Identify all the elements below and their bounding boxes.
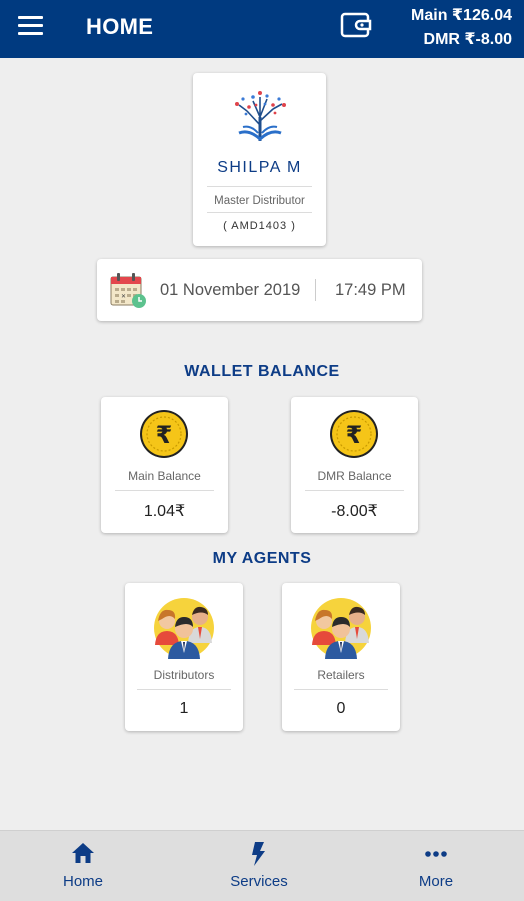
profile-id: ( AMD1403 ) (223, 220, 296, 232)
svg-text:₹: ₹ (156, 421, 173, 449)
retailers-card[interactable]: Retailers 0 (282, 583, 400, 731)
nav-home[interactable]: Home (23, 831, 143, 901)
profile-card: SHILPA M Master Distributor ( AMD1403 ) (193, 73, 326, 246)
dmr-balance-label: DMR Balance (317, 469, 392, 483)
current-date: 01 November 2019 (160, 281, 301, 299)
profile-name: SHILPA M (217, 159, 302, 176)
current-time: 17:49 PM (335, 281, 406, 299)
agents-group-icon (154, 598, 214, 659)
header-main-balance: Main ₹126.04 (411, 7, 512, 24)
svg-text:₹: ₹ (346, 421, 363, 449)
distributors-card[interactable]: Distributors 1 (125, 583, 243, 731)
hamburger-menu-icon[interactable] (18, 16, 43, 36)
retailers-count: 0 (336, 700, 346, 717)
home-icon (72, 843, 94, 863)
bottom-navigation: Home Services More (0, 830, 524, 901)
my-agents-heading: MY AGENTS (212, 550, 312, 567)
retailers-label: Retailers (317, 668, 365, 682)
lightning-icon (252, 842, 265, 866)
divider (207, 186, 312, 187)
profile-role: Master Distributor (214, 195, 305, 207)
divider (315, 279, 316, 301)
more-dots-icon (425, 851, 447, 857)
agents-group-icon (311, 598, 371, 659)
divider (305, 490, 404, 491)
main-balance-label: Main Balance (128, 469, 201, 483)
distributors-count: 1 (179, 700, 189, 717)
app-header: HOME Main ₹126.04 DMR ₹-8.00 (0, 0, 524, 58)
nav-home-label: Home (62, 873, 103, 890)
datetime-card: ✕ 01 November 2019 17:49 PM (97, 259, 422, 321)
tree-logo-icon (235, 91, 286, 142)
nav-services-label: Services (230, 873, 288, 890)
wallet-icon[interactable] (340, 10, 372, 40)
rupee-coin-icon: ₹ (330, 410, 378, 458)
nav-services[interactable]: Services (199, 831, 319, 901)
divider (137, 689, 231, 690)
dmr-balance-value: -8.00₹ (331, 503, 378, 520)
page-title: HOME (86, 14, 154, 39)
wallet-balance-heading: WALLET BALANCE (184, 363, 340, 380)
nav-more[interactable]: More (376, 831, 496, 901)
calendar-clock-icon: ✕ (110, 273, 146, 308)
divider (115, 490, 214, 491)
distributors-label: Distributors (153, 668, 215, 682)
divider (207, 212, 312, 213)
dmr-balance-card[interactable]: ₹ DMR Balance -8.00₹ (291, 397, 418, 533)
nav-more-label: More (418, 873, 454, 890)
svg-text:✕: ✕ (121, 293, 126, 300)
main-balance-value: 1.04₹ (143, 503, 186, 520)
main-balance-card[interactable]: ₹ Main Balance 1.04₹ (101, 397, 228, 533)
divider (294, 689, 388, 690)
header-dmr-balance: DMR ₹-8.00 (423, 31, 512, 48)
rupee-coin-icon: ₹ (140, 410, 188, 458)
